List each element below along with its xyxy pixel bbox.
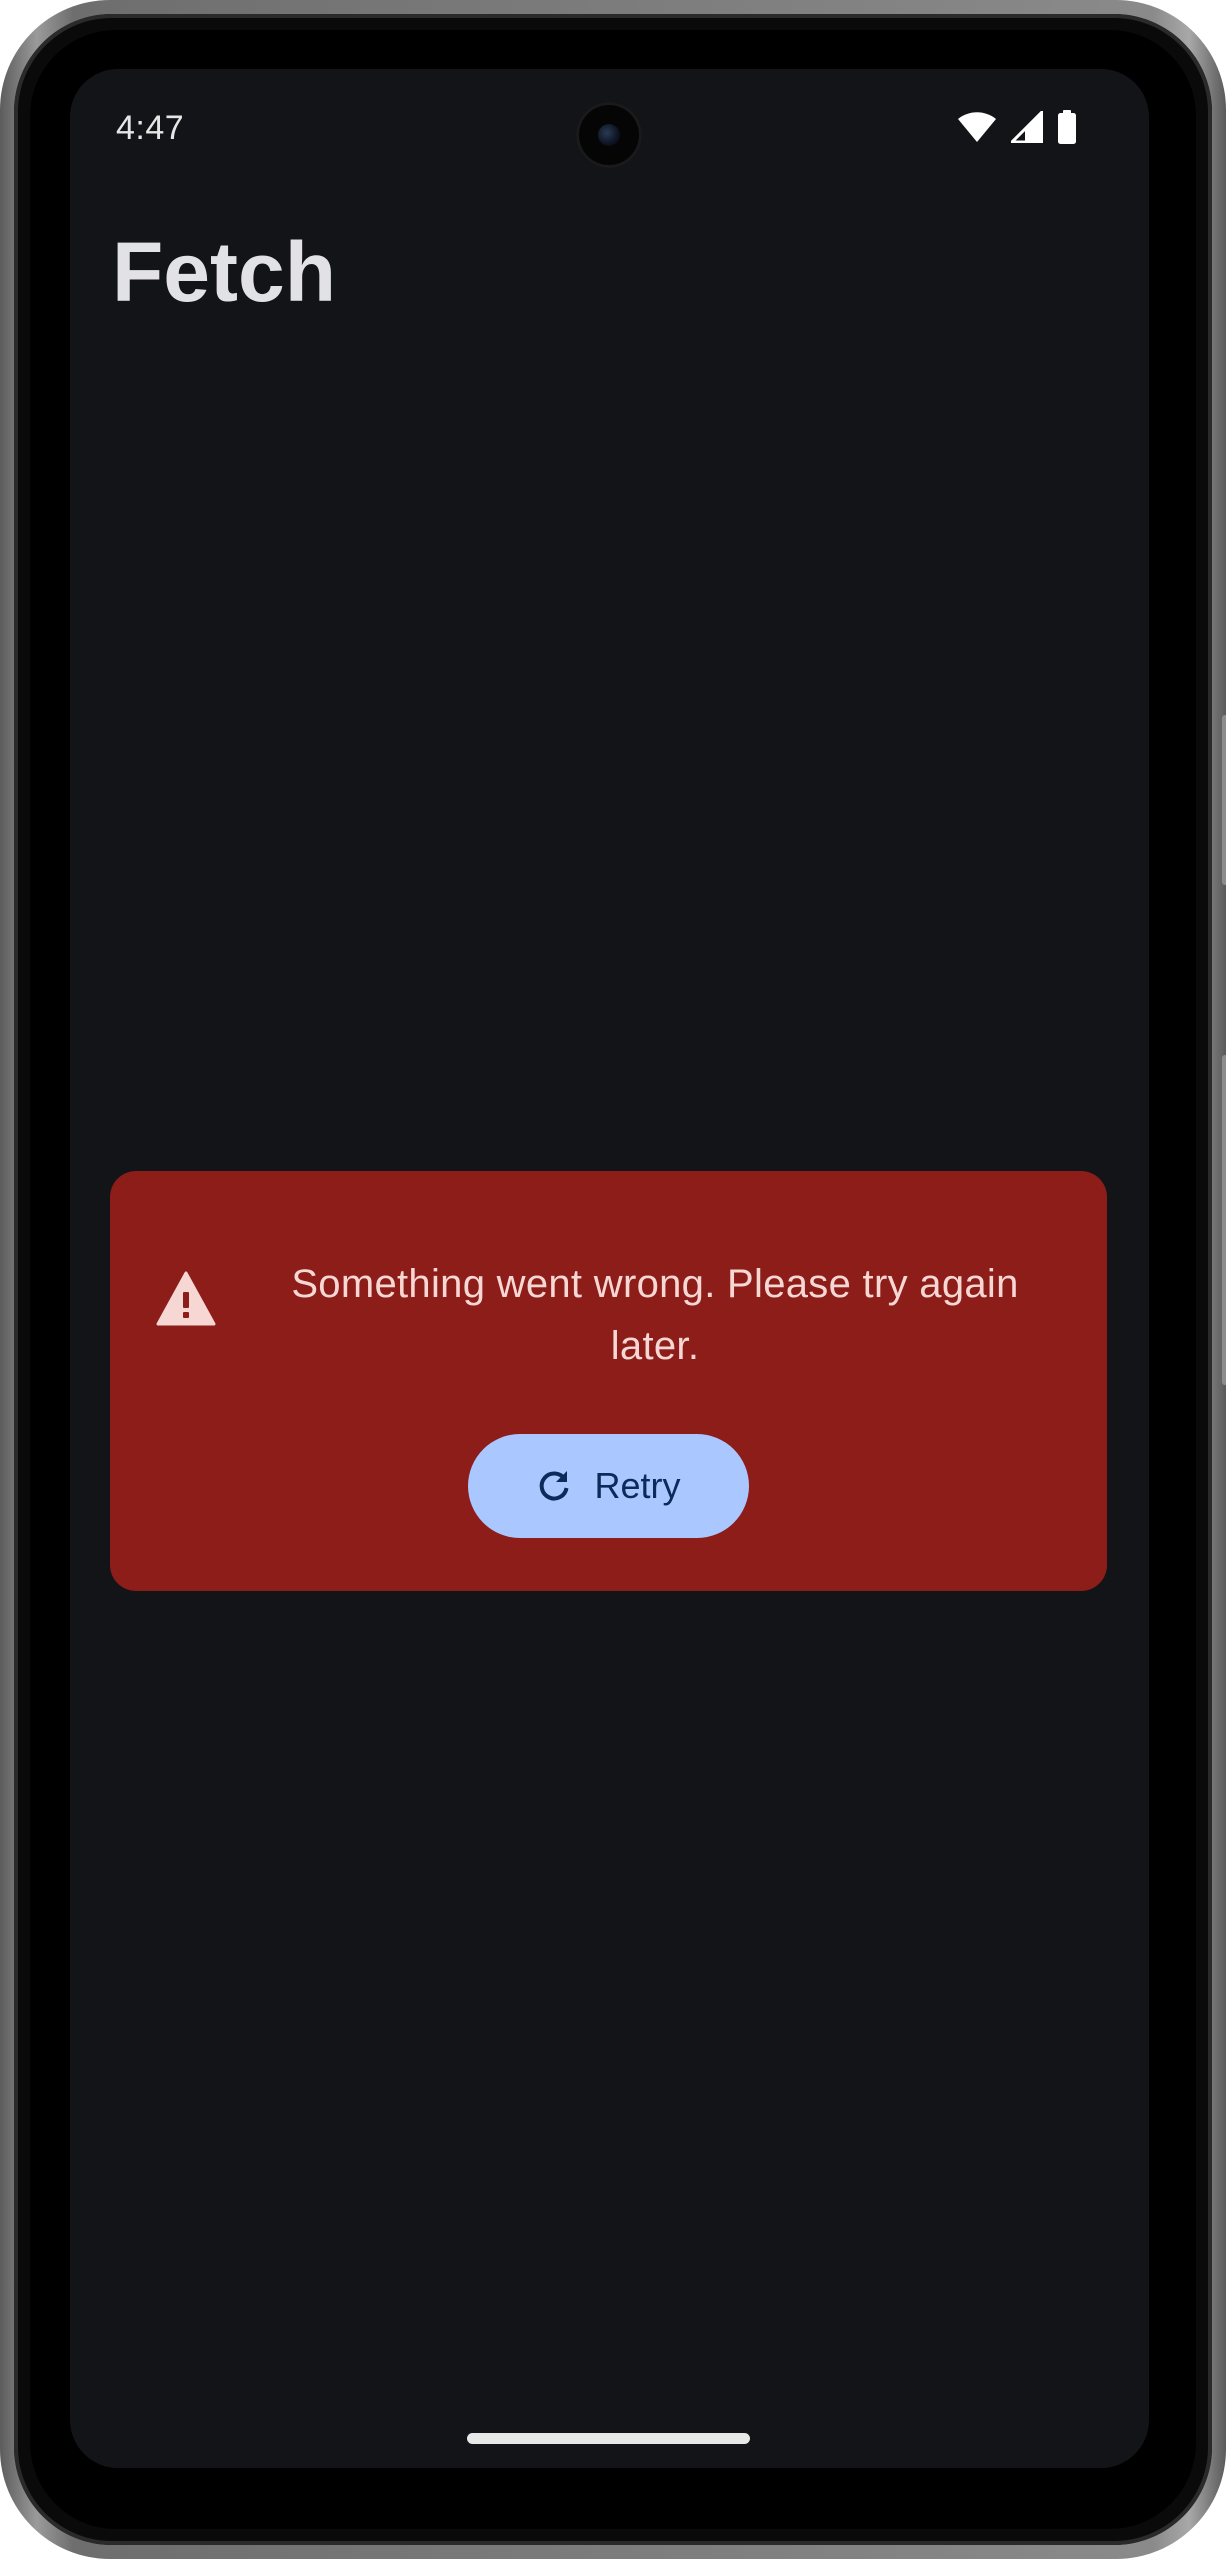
front-camera-cutout xyxy=(576,102,642,168)
error-message: Something went wrong. Please try again l… xyxy=(291,1262,1019,1368)
warning-icon xyxy=(156,1271,216,1327)
status-icons xyxy=(957,109,1077,145)
retry-label: Retry xyxy=(594,1465,681,1506)
status-bar: 4:47 xyxy=(70,69,1149,189)
cellular-signal-icon xyxy=(1011,111,1043,143)
battery-icon xyxy=(1057,110,1077,144)
error-card: Something went wrong. Please try again l… xyxy=(110,1171,1107,1591)
retry-button[interactable]: Retry xyxy=(468,1434,749,1538)
device-frame: 4:47 Fetch Something went wrong. Please … xyxy=(0,0,1226,2559)
status-time: 4:47 xyxy=(116,109,185,147)
camera-lens xyxy=(598,124,620,146)
app-screen: 4:47 Fetch Something went wrong. Please … xyxy=(70,69,1149,2468)
volume-rocker xyxy=(1222,1055,1226,1385)
power-button xyxy=(1222,715,1226,885)
home-indicator[interactable] xyxy=(467,2433,750,2444)
refresh-icon xyxy=(536,1468,572,1504)
page-title: Fetch xyxy=(112,225,337,319)
wifi-icon xyxy=(957,111,997,143)
